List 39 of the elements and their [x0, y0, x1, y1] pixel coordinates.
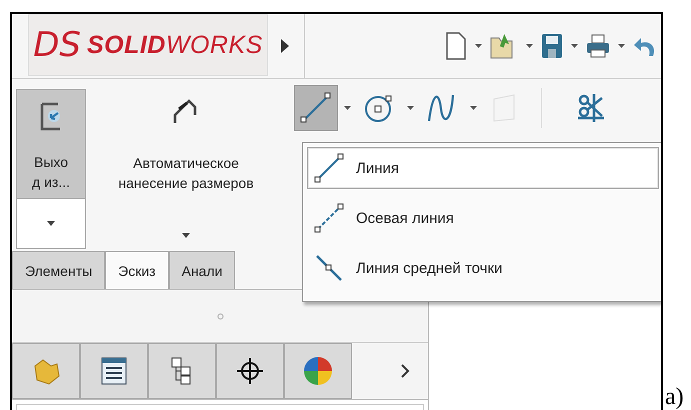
- ribbon-tab[interactable]: Анали: [168, 251, 236, 289]
- figure-caption: a): [664, 384, 684, 410]
- midpoint-line-icon: [314, 253, 344, 283]
- caret-icon: [47, 221, 55, 226]
- exit-sketch-button[interactable]: Выхо д из...: [16, 89, 86, 199]
- crosshair-tab[interactable]: [216, 343, 284, 399]
- splitter-handle-icon[interactable]: [216, 312, 224, 320]
- line-tool-button[interactable]: [294, 85, 338, 131]
- appearance-tab[interactable]: [284, 343, 352, 399]
- logo-text: SOLIDWORKS: [86, 30, 263, 60]
- crosshair-icon: [236, 357, 264, 385]
- caret-icon[interactable]: [475, 44, 482, 48]
- property-list-tab[interactable]: [80, 343, 148, 399]
- caret-icon[interactable]: [470, 106, 477, 110]
- caret-icon[interactable]: [407, 106, 414, 110]
- line-icon: [299, 91, 333, 125]
- ribbon-tab[interactable]: Элементы: [12, 251, 106, 289]
- trim-icon[interactable]: [576, 94, 604, 122]
- caret-icon[interactable]: [571, 44, 578, 48]
- caret-icon[interactable]: [182, 233, 190, 238]
- print-icon[interactable]: [586, 34, 610, 58]
- color-wheel-icon: [304, 356, 332, 386]
- chevron-right-icon[interactable]: [400, 363, 410, 379]
- list-icon: [100, 356, 128, 386]
- configuration-tree-tab[interactable]: [148, 343, 216, 399]
- menu-item[interactable]: Линия средней точки: [307, 247, 659, 289]
- menu-item[interactable]: Осевая линия: [307, 197, 659, 239]
- line-icon: [314, 153, 344, 183]
- caret-icon[interactable]: [526, 44, 533, 48]
- save-icon[interactable]: [541, 33, 563, 59]
- auto-dimension-button[interactable]: Автоматическое нанесение размеров: [106, 93, 266, 193]
- dashed-line-icon: [314, 203, 344, 233]
- logo-mark: DS: [33, 25, 81, 65]
- ribbon-tab[interactable]: Эскиз: [105, 251, 169, 289]
- caret-icon[interactable]: [618, 44, 625, 48]
- new-document-icon[interactable]: [445, 32, 467, 60]
- expand-arrow-icon[interactable]: [280, 38, 290, 54]
- menu-item[interactable]: Линия: [307, 147, 659, 189]
- caret-icon[interactable]: [344, 106, 351, 110]
